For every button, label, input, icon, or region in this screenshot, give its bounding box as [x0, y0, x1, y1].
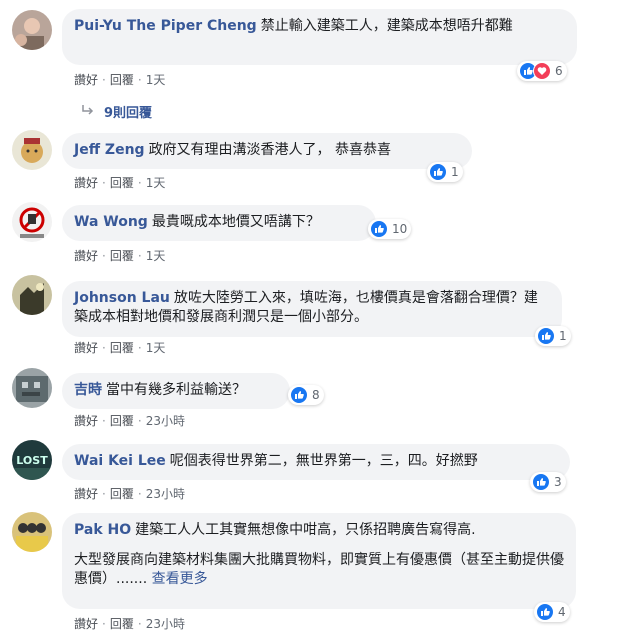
avatar[interactable]: [12, 368, 52, 408]
comment-text: 最貴嘅成本地價又唔講下？: [151, 214, 320, 230]
comment-actions: 讚好 · 回覆 · 1天: [74, 176, 166, 190]
thumbs-up-icon: [370, 220, 388, 238]
timestamp[interactable]: 23小時: [146, 487, 185, 501]
comment-bubble: Johnson Lau 放咗大陸勞工入來，填咗海，乜樓價真是會落翻合理價？建築成本…: [62, 281, 562, 337]
comment-bubble: Pui-Yu The Piper Cheng 禁止輸入建築工人，建築成本想唔升都難: [62, 9, 577, 65]
comment-bubble: Pak HO 建築工人人工其實無想像中咁高，只係招聘廣告寫得高. 大型發展商向建築…: [62, 513, 576, 609]
comment-actions: 讚好 · 回覆 · 23小時: [74, 414, 185, 428]
reaction-count: 6: [555, 64, 563, 78]
thumbs-up-icon: [537, 327, 555, 345]
comment-actions: 讚好 · 回覆 · 1天: [74, 341, 166, 355]
reply-button[interactable]: 回覆: [110, 176, 134, 190]
like-button[interactable]: 讚好: [74, 73, 98, 87]
reply-button[interactable]: 回覆: [110, 249, 134, 263]
reaction-summary[interactable]: 8: [288, 385, 324, 405]
comment-author[interactable]: Pak HO: [74, 522, 131, 538]
reply-button[interactable]: 回覆: [110, 414, 134, 428]
like-button[interactable]: 讚好: [74, 414, 98, 428]
comment-text: 政府又有理由溝淡香港人了， 恭喜恭喜: [148, 142, 392, 158]
avatar[interactable]: [12, 130, 52, 170]
timestamp[interactable]: 1天: [146, 249, 166, 263]
avatar[interactable]: [12, 275, 52, 315]
timestamp[interactable]: 1天: [146, 341, 166, 355]
comment-author[interactable]: Pui-Yu The Piper Cheng: [74, 18, 257, 34]
thumbs-up-icon: [532, 473, 550, 491]
reply-arrow-icon: [80, 104, 94, 120]
reaction-count: 10: [392, 222, 408, 236]
comment-bubble: 吉時 當中有幾多利益輸送？: [62, 373, 290, 409]
reaction-count: 3: [554, 475, 562, 489]
timestamp[interactable]: 1天: [146, 73, 166, 87]
reaction-summary[interactable]: 10: [368, 219, 412, 239]
comment-text: 呢個表得世界第二，無世界第一，三，四。好撚野: [169, 453, 478, 469]
like-button[interactable]: 讚好: [74, 617, 98, 631]
svg-text:LOST: LOST: [16, 454, 48, 467]
like-button[interactable]: 讚好: [74, 176, 98, 190]
reaction-count: 8: [312, 388, 320, 402]
comment-actions: 讚好 · 回覆 · 23小時: [74, 617, 185, 631]
reaction-count: 1: [559, 329, 567, 343]
reply-button[interactable]: 回覆: [110, 487, 134, 501]
comment-author[interactable]: Wa Wong: [74, 214, 148, 230]
reply-button[interactable]: 回覆: [110, 73, 134, 87]
timestamp[interactable]: 23小時: [146, 414, 185, 428]
reply-button[interactable]: 回覆: [110, 617, 134, 631]
comment-text: 當中有幾多利益輸送？: [106, 382, 246, 398]
avatar[interactable]: [12, 202, 52, 242]
comment-text: 禁止輸入建築工人，建築成本想唔升都難: [260, 18, 513, 34]
comment-text-continued: 大型發展商向建築材料集團大批購買物料，即實質上有優惠價（甚至主動提供優惠價）..…: [74, 552, 564, 587]
reaction-summary[interactable]: 6: [517, 61, 567, 81]
avatar[interactable]: LOST: [12, 440, 52, 480]
see-more-link[interactable]: 查看更多: [152, 571, 208, 587]
comment-bubble: Wa Wong 最貴嘅成本地價又唔講下？: [62, 205, 376, 241]
replies-count: 9則回覆: [104, 106, 153, 121]
timestamp[interactable]: 23小時: [146, 617, 185, 631]
thumbs-up-icon: [429, 163, 447, 181]
heart-icon: [533, 62, 551, 80]
comment-actions: 讚好 · 回覆 · 23小時: [74, 487, 185, 501]
comment-text: 建築工人人工其實無想像中咁高，只係招聘廣告寫得高.: [135, 522, 476, 538]
reaction-summary[interactable]: 4: [534, 602, 570, 622]
comment-author[interactable]: Wai Kei Lee: [74, 453, 166, 469]
timestamp[interactable]: 1天: [146, 176, 166, 190]
avatar[interactable]: [12, 10, 52, 50]
thumbs-up-icon: [290, 386, 308, 404]
comment-actions: 讚好 · 回覆 · 1天: [74, 249, 166, 263]
reaction-summary[interactable]: 1: [427, 162, 463, 182]
like-button[interactable]: 讚好: [74, 487, 98, 501]
reaction-count: 1: [451, 165, 459, 179]
comment-author[interactable]: 吉時: [74, 382, 102, 398]
thumbs-up-icon: [536, 603, 554, 621]
comment-actions: 讚好 · 回覆 · 1天: [74, 73, 166, 87]
avatar[interactable]: [12, 512, 52, 552]
comment-author[interactable]: Johnson Lau: [74, 290, 170, 306]
like-button[interactable]: 讚好: [74, 249, 98, 263]
comment-author[interactable]: Jeff Zeng: [74, 142, 145, 158]
reaction-summary[interactable]: 1: [535, 326, 571, 346]
comment-bubble: Jeff Zeng 政府又有理由溝淡香港人了， 恭喜恭喜: [62, 133, 472, 169]
reaction-count: 4: [558, 605, 566, 619]
reaction-summary[interactable]: 3: [530, 472, 566, 492]
view-replies-link[interactable]: 9則回覆: [80, 102, 152, 121]
like-button[interactable]: 讚好: [74, 341, 98, 355]
comment-bubble: Wai Kei Lee 呢個表得世界第二，無世界第一，三，四。好撚野: [62, 444, 570, 480]
reply-button[interactable]: 回覆: [110, 341, 134, 355]
